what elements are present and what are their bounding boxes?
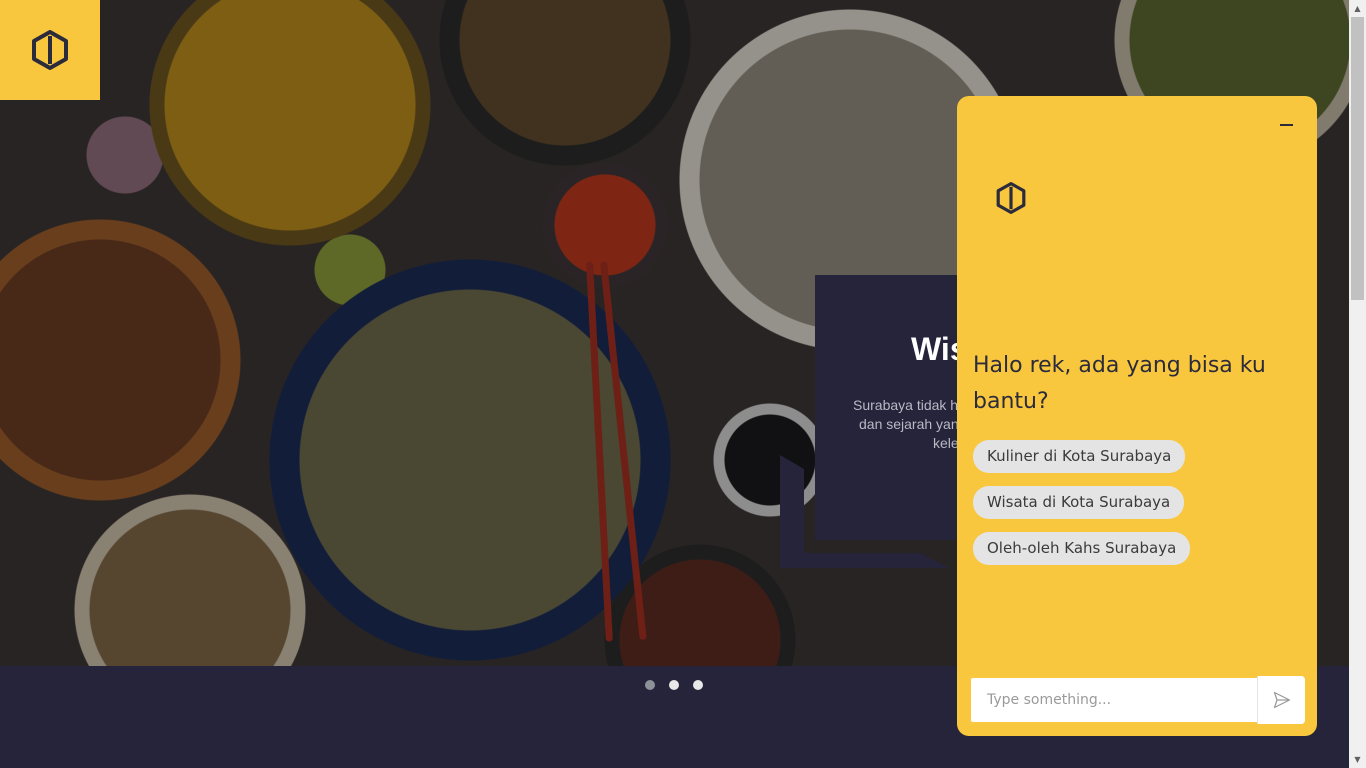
hexagon-logo-icon <box>32 30 68 70</box>
carousel-dot[interactable] <box>669 680 679 690</box>
hexagon-logo-icon <box>996 182 1026 214</box>
scrollbar-thumb[interactable] <box>1351 17 1364 300</box>
chat-composer <box>969 676 1305 724</box>
send-button[interactable] <box>1257 676 1305 724</box>
suggestion-list: Kuliner di Kota Surabaya Wisata di Kota … <box>973 440 1191 565</box>
chat-greeting: Halo rek, ada yang bisa ku bantu? <box>973 353 1266 414</box>
scroll-down-arrow-icon[interactable]: ▼ <box>1349 751 1366 768</box>
site-logo[interactable] <box>0 0 100 100</box>
chat-logo <box>995 182 1027 218</box>
carousel-dots <box>645 680 703 690</box>
scroll-up-arrow-icon[interactable]: ▲ <box>1349 0 1366 17</box>
suggestion-chip-kuliner[interactable]: Kuliner di Kota Surabaya <box>973 440 1186 473</box>
chat-widget: Halo rek, ada yang bisa ku bantu? Kuline… <box>957 96 1317 736</box>
suggestion-chip-wisata[interactable]: Wisata di Kota Surabaya <box>973 486 1185 519</box>
minimize-icon[interactable] <box>1279 118 1293 132</box>
chat-message-input[interactable] <box>969 676 1257 724</box>
send-icon <box>1273 691 1290 709</box>
carousel-dot[interactable] <box>693 680 703 690</box>
suggestion-chip-oleh-oleh[interactable]: Oleh-oleh Kahs Surabaya <box>973 532 1191 565</box>
carousel-dot[interactable] <box>645 680 655 690</box>
page: Wis Surabaya tidak h dan sejarah yan kel… <box>0 0 1366 768</box>
